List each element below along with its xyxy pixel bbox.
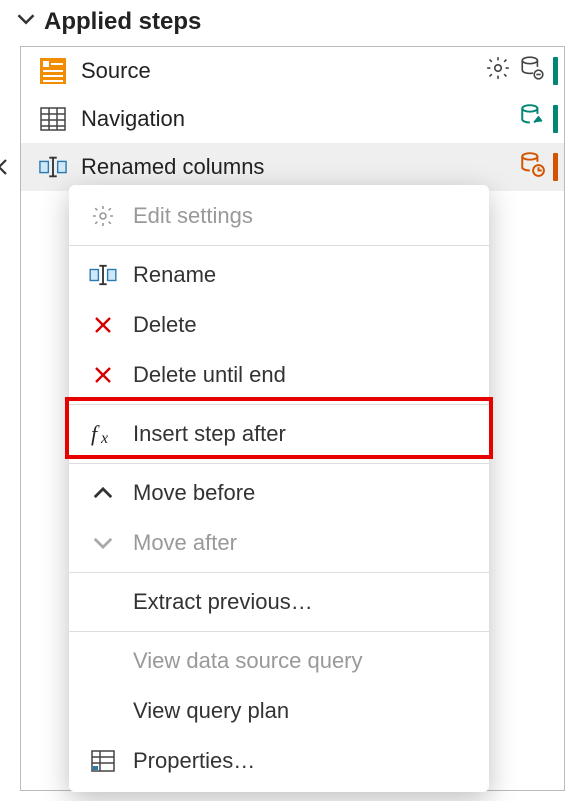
menu-rename[interactable]: Rename (69, 250, 489, 300)
svg-text:f: f (91, 421, 100, 446)
menu-label: Move before (133, 480, 255, 506)
menu-label: Extract previous… (133, 589, 313, 615)
menu-label: Rename (133, 262, 216, 288)
step-label: Source (81, 58, 485, 84)
menu-extract-previous[interactable]: Extract previous… (69, 577, 489, 627)
menu-properties[interactable]: Properties… (69, 736, 489, 786)
rename-column-icon (39, 153, 67, 181)
table-icon (39, 105, 67, 133)
step-label: Navigation (81, 106, 519, 132)
svg-text:x: x (100, 430, 108, 447)
delete-icon (87, 309, 119, 341)
chevron-down-icon (87, 527, 119, 559)
step-row-navigation[interactable]: Navigation (21, 95, 564, 143)
menu-label: Delete (133, 312, 197, 338)
blank-icon (87, 695, 119, 727)
menu-separator (69, 404, 489, 405)
database-refresh-icon[interactable] (519, 103, 545, 135)
panel-title: Applied steps (44, 8, 201, 36)
menu-view-data-source-query: View data source query (69, 636, 489, 686)
gear-icon (87, 200, 119, 232)
menu-label: Insert step after (133, 421, 286, 447)
menu-separator (69, 631, 489, 632)
blank-icon (87, 645, 119, 677)
database-minus-icon[interactable] (519, 55, 545, 87)
menu-label: Properties… (133, 748, 255, 774)
applied-steps-list: Source (20, 46, 565, 791)
step-row-renamed-columns[interactable]: Renamed columns (21, 143, 564, 191)
chevron-up-icon (87, 477, 119, 509)
menu-edit-settings: Edit settings (69, 191, 489, 241)
menu-separator (69, 572, 489, 573)
delete-icon (87, 359, 119, 391)
accent-bar (553, 57, 558, 85)
step-context-menu: Edit settings Rename Delete (69, 185, 489, 792)
fx-icon: f x (87, 418, 119, 450)
properties-icon (87, 745, 119, 777)
menu-insert-step-after[interactable]: f x Insert step after (69, 409, 489, 459)
gear-icon[interactable] (485, 55, 511, 87)
menu-move-before[interactable]: Move before (69, 468, 489, 518)
menu-delete[interactable]: Delete (69, 300, 489, 350)
menu-separator (69, 463, 489, 464)
menu-label: Delete until end (133, 362, 286, 388)
blank-icon (87, 586, 119, 618)
delete-step-button[interactable] (0, 153, 13, 181)
accent-bar (553, 153, 558, 181)
step-label: Renamed columns (81, 154, 519, 180)
step-row-source[interactable]: Source (21, 47, 564, 95)
rename-icon (87, 259, 119, 291)
menu-label: Move after (133, 530, 237, 556)
menu-label: View data source query (133, 648, 363, 674)
menu-delete-until-end[interactable]: Delete until end (69, 350, 489, 400)
chevron-down-icon (16, 8, 36, 36)
accent-bar (553, 105, 558, 133)
source-icon (39, 57, 67, 85)
database-clock-icon[interactable] (519, 151, 545, 183)
menu-move-after: Move after (69, 518, 489, 568)
menu-view-query-plan[interactable]: View query plan (69, 686, 489, 736)
menu-label: View query plan (133, 698, 289, 724)
menu-label: Edit settings (133, 203, 253, 229)
menu-separator (69, 245, 489, 246)
applied-steps-header[interactable]: Applied steps (0, 0, 581, 46)
